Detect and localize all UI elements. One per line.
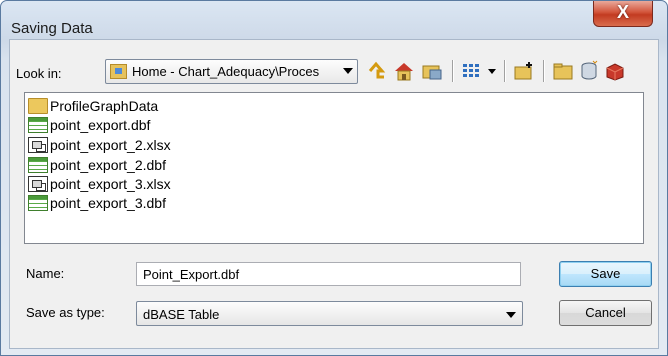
toolbar-divider [504, 60, 506, 82]
file-name: point_export_2.xlsx [50, 137, 171, 153]
folder-icon[interactable] [551, 59, 575, 83]
toolbar-divider [452, 60, 454, 82]
list-item[interactable]: ProfileGraphData [28, 96, 158, 116]
list-item[interactable]: point_export_2.dbf [28, 155, 166, 175]
list-item[interactable]: point_export_2.xlsx [28, 135, 171, 155]
table-icon [28, 195, 48, 211]
view-dropdown-icon[interactable] [485, 59, 499, 83]
home-icon[interactable] [392, 59, 416, 83]
list-item[interactable]: point_export_3.xlsx [28, 174, 171, 194]
new-folder-icon[interactable] [512, 59, 536, 83]
save-as-type-label: Save as type: [26, 305, 105, 320]
list-item[interactable]: point_export_3.dbf [28, 193, 166, 213]
folder-icon [110, 64, 127, 79]
look-in-label: Look in: [16, 66, 62, 81]
excel-icon [28, 137, 48, 153]
file-name: ProfileGraphData [50, 98, 159, 114]
file-name: point_export_3.xlsx [50, 176, 171, 192]
view-list-icon[interactable] [460, 59, 484, 83]
close-button[interactable]: X [593, 1, 653, 27]
chevron-down-icon[interactable] [343, 68, 353, 74]
chevron-down-icon[interactable] [506, 312, 516, 318]
table-icon [28, 117, 48, 133]
save-as-type-value: dBASE Table [143, 307, 220, 322]
new-database-icon[interactable] [577, 59, 601, 83]
list-item[interactable]: point_export.dbf [28, 115, 150, 135]
connect-folder-icon[interactable] [420, 59, 444, 83]
file-name: point_export.dbf [50, 117, 151, 133]
look-in-combo[interactable]: Home - Chart_Adequacy\Proces [105, 59, 358, 84]
excel-icon [28, 176, 48, 192]
window-title: Saving Data [11, 20, 93, 37]
up-one-level-icon[interactable] [364, 59, 388, 83]
look-in-value: Home - Chart_Adequacy\Proces [132, 64, 320, 79]
name-label: Name: [26, 266, 65, 281]
cancel-button[interactable]: Cancel [559, 300, 652, 326]
save-button[interactable]: Save [559, 261, 652, 287]
toolbox-icon[interactable] [603, 59, 627, 83]
toolbar-divider [543, 60, 545, 82]
title-bar[interactable]: Saving Data X [1, 1, 667, 39]
file-list[interactable]: ProfileGraphData point_export.dbf point_… [24, 92, 644, 244]
folder-icon [28, 98, 48, 114]
file-name: point_export_3.dbf [50, 195, 166, 211]
file-name: point_export_2.dbf [50, 157, 166, 173]
save-as-type-select[interactable]: dBASE Table [136, 301, 523, 326]
name-field[interactable] [136, 262, 521, 286]
close-icon: X [616, 2, 629, 22]
table-icon [28, 157, 48, 173]
